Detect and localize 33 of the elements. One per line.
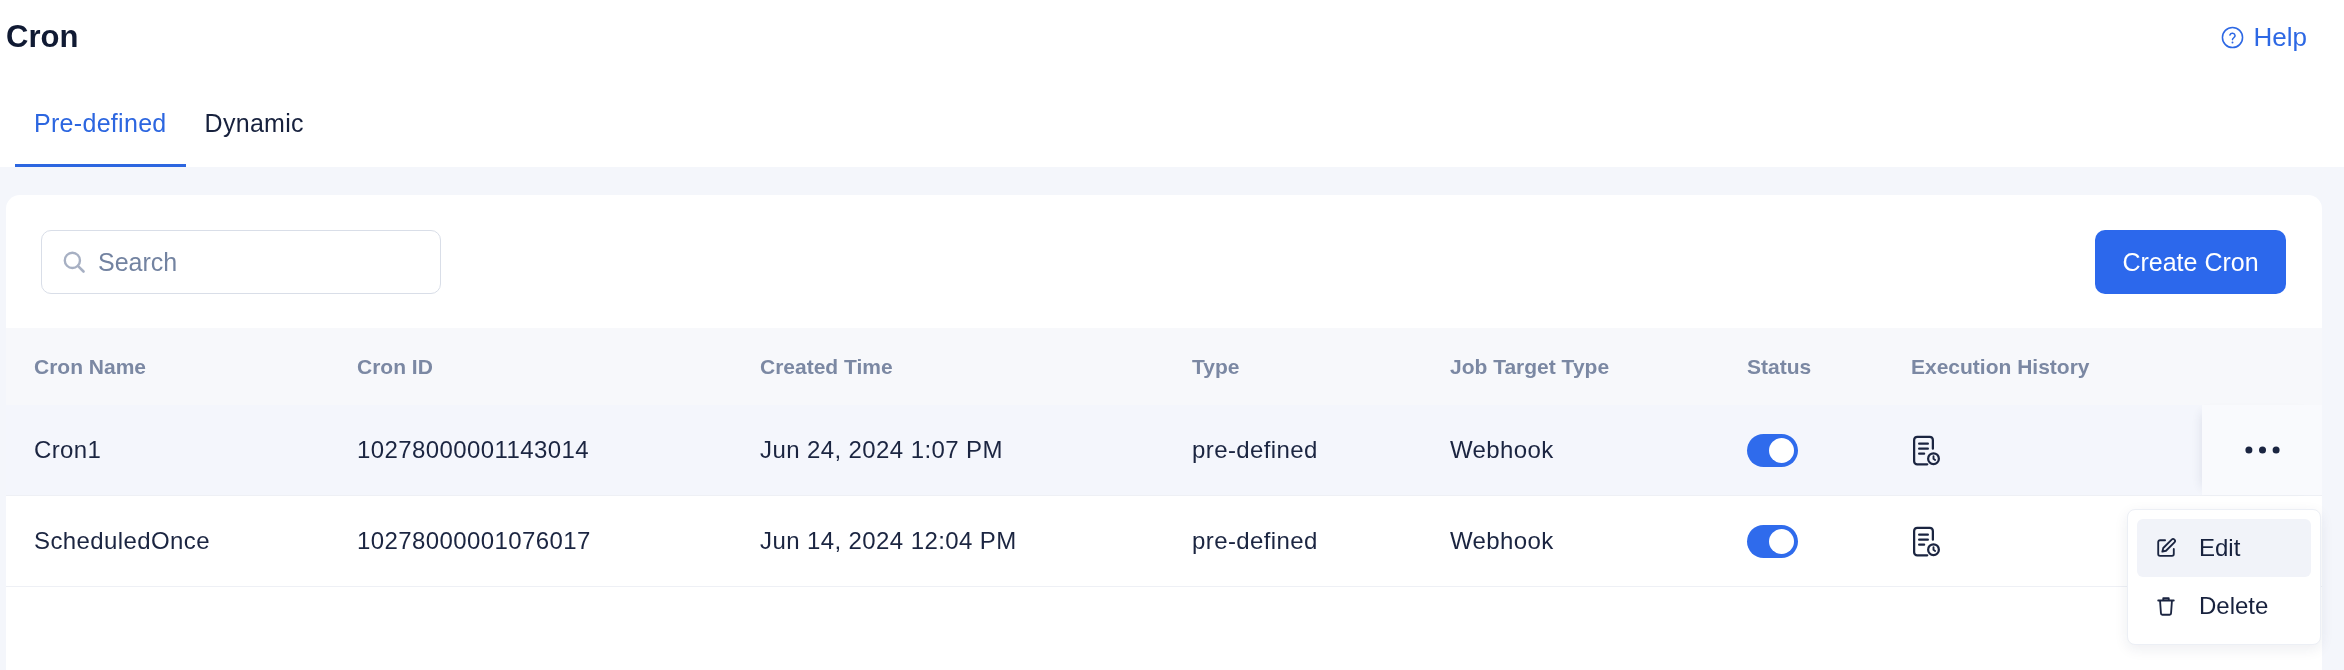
edit-icon <box>2155 537 2177 559</box>
table-cell: pre-defined <box>1192 436 1318 464</box>
page-title: Cron <box>6 18 79 56</box>
more-icon <box>2244 446 2280 454</box>
tab[interactable]: Dynamic <box>185 92 323 167</box>
table-cell: Webhook <box>1450 436 1554 464</box>
column-header: Cron ID <box>356 354 434 379</box>
table-cell: Webhook <box>1450 527 1554 555</box>
help-icon <box>2220 25 2244 49</box>
status-toggle[interactable] <box>1747 524 1798 558</box>
table-cell: pre-defined <box>1192 527 1318 555</box>
create-button[interactable]: Create Cron <box>2095 230 2286 294</box>
document-clock-icon[interactable] <box>1911 524 1941 558</box>
search-icon <box>61 249 87 275</box>
table-cell: Jun 24, 2024 1:07 PM <box>760 436 1003 464</box>
column-header: Type <box>1191 354 1241 379</box>
table-cell: 10278000001076017 <box>357 527 591 555</box>
table-cell: 10278000001143014 <box>357 436 589 464</box>
search-field[interactable]: Search <box>41 230 441 294</box>
menu-item[interactable]: Delete <box>2137 577 2311 635</box>
status-toggle[interactable] <box>1747 433 1798 467</box>
document-clock-icon[interactable] <box>1911 433 1941 467</box>
menu-item[interactable]: Edit <box>2137 519 2311 577</box>
column-header: Status <box>1746 354 1813 379</box>
column-header: Created Time <box>759 354 894 379</box>
help-link[interactable]: Help <box>2220 17 2307 57</box>
table-cell: ScheduledOnce <box>34 527 210 555</box>
column-header: Execution History <box>1910 354 2091 379</box>
column-header: Cron Name <box>33 354 148 379</box>
column-header: Job Target Type <box>1449 354 1611 379</box>
trash-icon <box>2155 595 2177 617</box>
table-cell: Cron1 <box>34 436 102 464</box>
table-cell: Jun 14, 2024 12:04 PM <box>760 527 1017 555</box>
